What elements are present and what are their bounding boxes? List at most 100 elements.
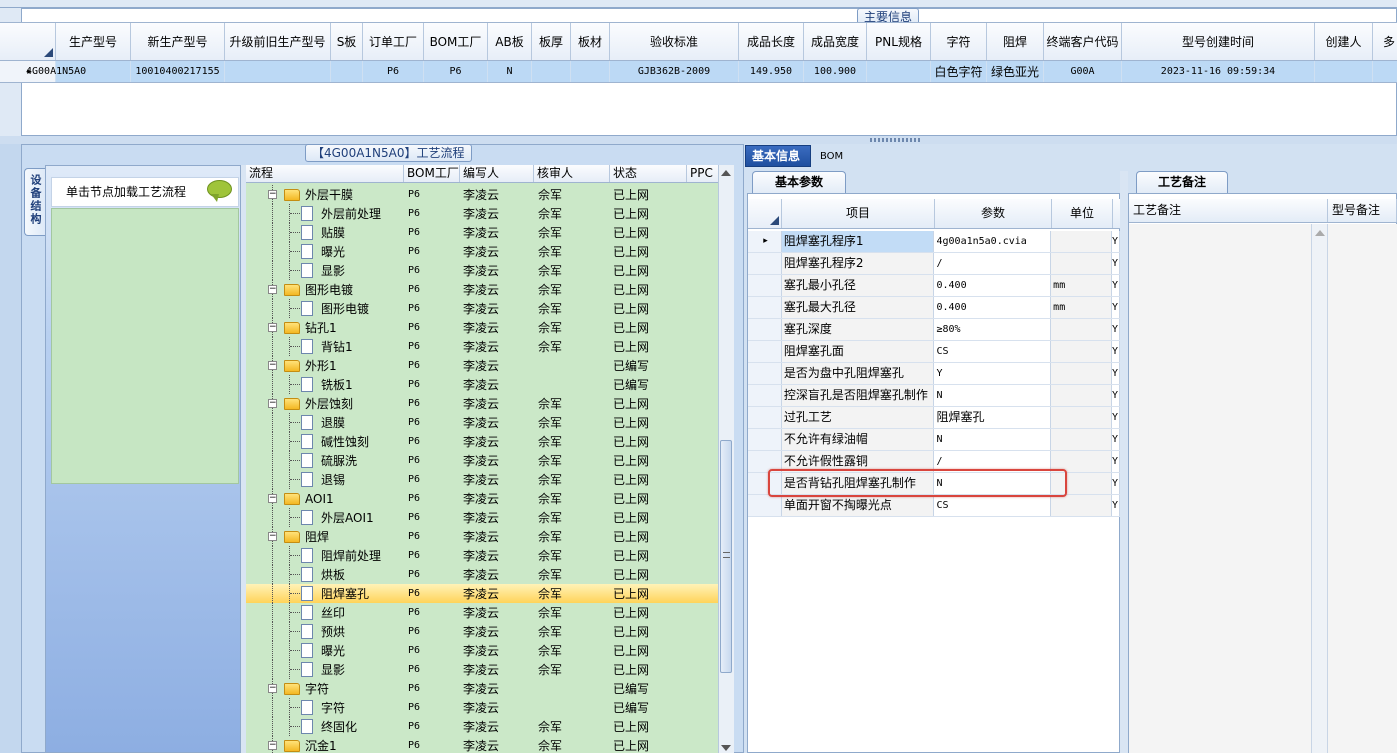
tree-row[interactable]: 曝光 P6 李凌云 佘军 已上网 xyxy=(246,641,718,660)
main-col-header[interactable]: AB板 xyxy=(488,23,532,60)
main-cell[interactable]: 2023-11-16 09:59:34 xyxy=(1122,61,1315,82)
notes-scroll-up-icon[interactable] xyxy=(1315,230,1325,236)
main-col-header[interactable]: 生产型号 xyxy=(56,23,131,60)
param-col-header[interactable]: 项目 xyxy=(782,199,935,228)
tree-row[interactable]: 外层前处理 P6 李凌云 佘军 已上网 xyxy=(246,204,718,223)
tab-basic-params[interactable]: 基本参数 xyxy=(752,171,846,193)
param-value[interactable]: CS xyxy=(934,495,1052,516)
param-unit[interactable] xyxy=(1051,231,1113,252)
param-row[interactable]: 单面开窗不掏曝光点 CS Y xyxy=(748,495,1120,517)
main-cell[interactable]: GJB362B-2009 xyxy=(610,61,739,82)
main-cell[interactable] xyxy=(571,61,610,82)
param-value[interactable]: ≥80% xyxy=(934,319,1052,340)
param-value[interactable]: 0.400 xyxy=(934,275,1052,296)
main-cell[interactable]: P6 xyxy=(363,61,424,82)
main-col-header[interactable]: PNL规格 xyxy=(867,23,931,60)
collapse-icon[interactable]: − xyxy=(268,532,277,541)
main-col-header[interactable]: 阻焊 xyxy=(987,23,1044,60)
param-row[interactable]: ▸ 阻焊塞孔程序1 4g00a1n5a0.cvia Y xyxy=(748,231,1120,253)
tree-row[interactable]: 阻焊塞孔 P6 李凌云 佘军 已上网 xyxy=(246,584,718,603)
main-col-header[interactable]: 字符 xyxy=(931,23,987,60)
tree-row[interactable]: 铣板1 P6 李凌云 已编写 xyxy=(246,375,718,394)
tree-row[interactable]: 终固化 P6 李凌云 佘军 已上网 xyxy=(246,717,718,736)
param-unit[interactable] xyxy=(1051,363,1113,384)
tree-row[interactable]: − 外层干膜 P6 李凌云 佘军 已上网 xyxy=(246,185,718,204)
main-col-header[interactable]: 订单工厂 xyxy=(363,23,424,60)
main-cell[interactable]: N xyxy=(488,61,532,82)
tree-col-header[interactable]: 状态 xyxy=(610,165,687,182)
collapse-icon[interactable]: − xyxy=(268,361,277,370)
scroll-down-arrow-icon[interactable] xyxy=(721,745,731,751)
notes-scrollbar[interactable] xyxy=(1312,224,1328,753)
tree-row[interactable]: 背钻1 P6 李凌云 佘军 已上网 xyxy=(246,337,718,356)
main-cell[interactable] xyxy=(532,61,571,82)
tree-row[interactable]: 烘板 P6 李凌云 佘军 已上网 xyxy=(246,565,718,584)
main-col-header[interactable]: 多 xyxy=(1373,23,1397,60)
tab-bom[interactable]: BOM xyxy=(814,147,849,169)
main-cell[interactable]: 100.900 xyxy=(804,61,867,82)
main-col-header[interactable]: 板材 xyxy=(571,23,610,60)
tree-col-header[interactable]: 编写人 xyxy=(460,165,534,182)
param-unit[interactable] xyxy=(1051,495,1113,516)
param-value[interactable]: Y xyxy=(934,363,1052,384)
param-row[interactable]: 是否为盘中孔阻焊塞孔 Y Y xyxy=(748,363,1120,385)
param-row[interactable]: 过孔工艺 阻焊塞孔 Y xyxy=(748,407,1120,429)
main-cell[interactable] xyxy=(225,61,331,82)
note-col-header[interactable]: 型号备注 xyxy=(1328,199,1397,222)
tree-row[interactable]: 丝印 P6 李凌云 佘军 已上网 xyxy=(246,603,718,622)
param-row[interactable]: 塞孔最小孔径 0.400 mm Y xyxy=(748,275,1120,297)
param-row[interactable]: 塞孔最大孔径 0.400 mm Y xyxy=(748,297,1120,319)
tree-row[interactable]: − 外形1 P6 李凌云 已编写 xyxy=(246,356,718,375)
param-value[interactable]: 0.400 xyxy=(934,297,1052,318)
model-notes-area[interactable] xyxy=(1328,224,1397,753)
tree-row[interactable]: 硫脲洗 P6 李凌云 佘军 已上网 xyxy=(246,451,718,470)
main-cell[interactable] xyxy=(1315,61,1373,82)
main-col-header[interactable]: BOM工厂 xyxy=(424,23,488,60)
tree-row[interactable]: − 图形电镀 P6 李凌云 佘军 已上网 xyxy=(246,280,718,299)
param-value[interactable]: / xyxy=(934,253,1052,274)
main-cell[interactable] xyxy=(867,61,931,82)
tab-process-notes[interactable]: 工艺备注 xyxy=(1136,171,1228,193)
param-value[interactable]: N xyxy=(934,385,1052,406)
splitter-grip-icon[interactable] xyxy=(870,138,920,142)
tab-basic-info[interactable]: 基本信息 xyxy=(745,145,811,167)
param-col-header[interactable]: 参数 xyxy=(935,199,1052,228)
param-value[interactable]: CS xyxy=(934,341,1052,362)
main-cell[interactable]: P6 xyxy=(424,61,488,82)
main-col-header[interactable]: 终端客户代码 xyxy=(1044,23,1122,60)
main-cell[interactable]: G00A xyxy=(1044,61,1122,82)
param-unit[interactable] xyxy=(1051,253,1113,274)
param-value[interactable]: N xyxy=(934,429,1052,450)
param-value[interactable]: 阻焊塞孔 xyxy=(934,407,1052,428)
vertical-splitter-right[interactable] xyxy=(1120,171,1128,753)
collapse-icon[interactable]: − xyxy=(268,684,277,693)
main-col-header[interactable]: 升级前旧生产型号 xyxy=(225,23,331,60)
param-row[interactable]: 控深盲孔是否阻焊塞孔制作 N Y xyxy=(748,385,1120,407)
param-row[interactable]: 不允许有绿油帽 N Y xyxy=(748,429,1120,451)
param-unit[interactable] xyxy=(1051,319,1113,340)
tree-row[interactable]: − 钻孔1 P6 李凌云 佘军 已上网 xyxy=(246,318,718,337)
main-col-header[interactable]: 成品长度 xyxy=(739,23,804,60)
tree-col-header[interactable]: BOM工厂 xyxy=(404,165,460,182)
tree-row[interactable]: 退膜 P6 李凌云 佘军 已上网 xyxy=(246,413,718,432)
process-notes-area[interactable] xyxy=(1129,224,1312,753)
param-value[interactable]: 4g00a1n5a0.cvia xyxy=(934,231,1052,252)
tree-col-header[interactable]: 核审人 xyxy=(534,165,610,182)
param-unit[interactable] xyxy=(1051,385,1113,406)
tree-row[interactable]: 预烘 P6 李凌云 佘军 已上网 xyxy=(246,622,718,641)
main-col-header[interactable]: 创建人 xyxy=(1315,23,1373,60)
main-cell[interactable]: 绿色亚光 xyxy=(987,61,1044,82)
tree-row[interactable]: 显影 P6 李凌云 佘军 已上网 xyxy=(246,261,718,280)
main-grid-row[interactable]: ▸ 4G00A1N5A0 10010400217155 P6 P6 N GJB362B-20… xyxy=(0,61,1397,83)
param-row[interactable]: 阻焊塞孔面 CS Y xyxy=(748,341,1120,363)
tree-row[interactable]: 字符 P6 李凌云 已编写 xyxy=(246,698,718,717)
param-row[interactable]: 塞孔深度 ≥80% Y xyxy=(748,319,1120,341)
param-unit[interactable] xyxy=(1051,341,1113,362)
tree-col-header[interactable]: 流程 xyxy=(246,165,404,182)
collapse-icon[interactable]: − xyxy=(268,323,277,332)
scroll-up-arrow-icon[interactable] xyxy=(721,170,731,176)
collapse-icon[interactable]: − xyxy=(268,399,277,408)
collapse-icon[interactable]: − xyxy=(268,494,277,503)
collapse-icon[interactable]: − xyxy=(268,285,277,294)
main-cell[interactable]: 4G00A1N5A0 xyxy=(24,61,131,82)
